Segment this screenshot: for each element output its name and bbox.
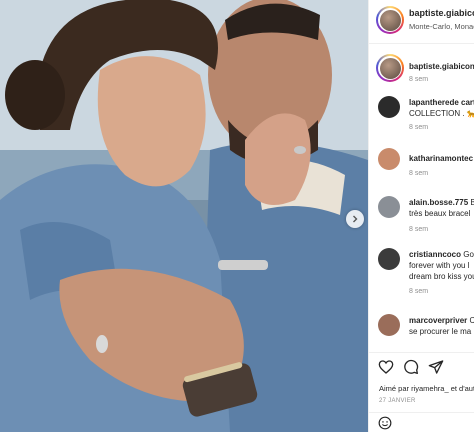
emoji-icon[interactable]: [378, 416, 392, 430]
post-side-panel: baptiste.giabiconi Monte-Carlo, Monaco b…: [368, 0, 474, 432]
comment-username[interactable]: katharinamontec: [409, 154, 473, 163]
comment-time: 8 sem: [409, 170, 429, 177]
avatar[interactable]: [378, 96, 400, 118]
chevron-right-icon: [353, 215, 358, 223]
post-actions: [369, 352, 474, 380]
caption-avatar[interactable]: [376, 54, 404, 82]
comment-text-continued: dream bro kiss you: [409, 272, 474, 281]
comment-text: se procurer le ma: [409, 327, 472, 336]
post-location[interactable]: Monte-Carlo, Monaco: [409, 22, 474, 31]
share-icon[interactable]: [428, 359, 444, 375]
comments-list: baptiste.giabiconi 8 sem lapantherede ca…: [369, 46, 474, 352]
author-avatar[interactable]: [376, 6, 404, 34]
post-header: baptiste.giabiconi Monte-Carlo, Monaco: [369, 0, 474, 44]
caption-username[interactable]: baptiste.giabiconi: [409, 62, 474, 71]
comment-username[interactable]: marcoverpriver C: [409, 316, 474, 325]
comment-username[interactable]: lapantherede cartier: [409, 98, 474, 107]
caption-time: 8 sem: [409, 76, 429, 83]
comment-text: forever with you l: [409, 261, 470, 270]
liked-by-text[interactable]: Aimé par riyamehra_ et d'autres personne…: [379, 384, 474, 393]
avatar[interactable]: [378, 148, 400, 170]
comment-time: 8 sem: [409, 226, 429, 233]
post-date: 27 JANVIER: [379, 398, 416, 404]
heart-icon[interactable]: [378, 359, 394, 375]
comment-username[interactable]: alain.bosse.775 B: [409, 198, 474, 207]
post-photo[interactable]: [0, 0, 368, 432]
author-username[interactable]: baptiste.giabiconi: [409, 8, 474, 18]
comment-text: COLLECTION . 🐆: [409, 109, 474, 118]
comment-username[interactable]: cristianncoco Go: [409, 250, 474, 259]
photo-illustration: [0, 0, 368, 432]
avatar[interactable]: [378, 196, 400, 218]
avatar[interactable]: [378, 314, 400, 336]
next-photo-button[interactable]: [346, 210, 364, 228]
comment-time: 8 sem: [409, 124, 429, 131]
add-comment-bar[interactable]: [369, 412, 474, 432]
comment-text: très beaux bracel: [409, 209, 471, 218]
comment-time: 8 sem: [409, 288, 429, 295]
comment-icon[interactable]: [403, 359, 419, 375]
avatar[interactable]: [378, 248, 400, 270]
